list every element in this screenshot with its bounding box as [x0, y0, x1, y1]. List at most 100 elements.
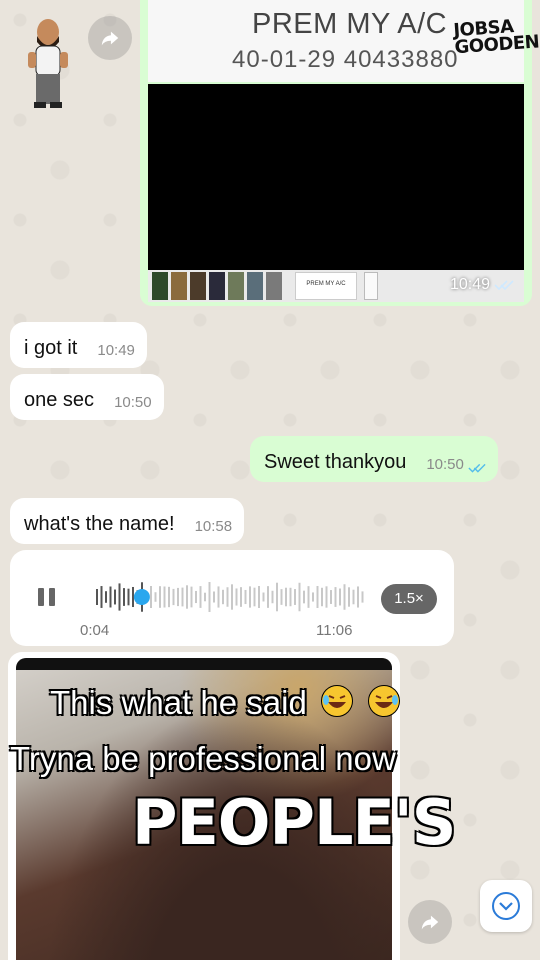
image-dark-area: [148, 84, 524, 270]
message-time: 10:50: [426, 456, 464, 473]
waveform-bar: [150, 586, 152, 608]
waveform-bar: [204, 592, 206, 602]
thumbnail: [209, 272, 225, 300]
message-time: 10:58: [194, 518, 233, 535]
message-bubble-outgoing[interactable]: Sweet thankyou 10:50: [250, 436, 498, 482]
waveform-bar: [109, 586, 112, 608]
waveform-bar: [334, 587, 337, 607]
waveform-bar: [267, 586, 269, 608]
waveform-bar: [235, 588, 238, 606]
image-time: 10:49: [449, 276, 490, 293]
waveform-bar: [226, 587, 229, 607]
voice-sent-time: 11:06: [316, 622, 353, 639]
waveform-bar: [316, 586, 319, 608]
message-bubble-incoming[interactable]: one sec 10:50: [10, 374, 164, 420]
laughing-emoji-icon: [320, 685, 353, 717]
waveform-bar: [258, 586, 260, 608]
waveform-bar: [127, 588, 130, 606]
waveform-bar: [100, 586, 103, 608]
waveform-bar: [298, 582, 301, 612]
waveform-bar: [285, 587, 287, 607]
waveform-bar: [307, 586, 310, 608]
waveform-bar: [195, 590, 197, 604]
waveform-bar: [222, 589, 224, 605]
message-bubble-incoming[interactable]: i got it 10:49: [10, 322, 147, 368]
waveform-bar: [312, 592, 314, 602]
forward-arrow-icon: [421, 915, 439, 930]
waveform-bar: [163, 586, 166, 608]
waveform-bar: [114, 589, 116, 605]
waveform-bar: [190, 586, 193, 608]
pause-icon: [38, 588, 44, 606]
voice-waveform[interactable]: [96, 578, 366, 616]
thumbnail-caption: PREM MY A/C: [295, 272, 357, 300]
thumbnail: [266, 272, 282, 300]
message-text: what's the name!: [24, 513, 175, 535]
waveform-bar: [177, 587, 179, 607]
overlay-caption-line3: PEOPLE'S: [131, 785, 457, 860]
image-timestamp: 10:49: [450, 276, 514, 294]
waveform-bar: [154, 592, 157, 602]
overlay-caption-line2: Tryna be professional now: [9, 739, 397, 778]
forward-button[interactable]: [408, 900, 452, 944]
brand-logo: JOBSA GOODEN: [452, 16, 540, 59]
avatar: [28, 19, 68, 108]
waveform-bar: [123, 588, 125, 606]
waveform-bar: [343, 584, 346, 610]
waveform-bar: [289, 587, 292, 607]
voice-progress-handle[interactable]: [133, 589, 150, 605]
waveform-bar: [240, 587, 242, 607]
playback-speed-button[interactable]: 1.5×: [381, 584, 437, 614]
waveform-bar: [118, 583, 121, 611]
thumbnail: [171, 272, 187, 300]
waveform-bar: [276, 582, 278, 612]
waveform-bar: [330, 590, 332, 604]
waveform-bar: [339, 588, 341, 606]
thumbnail: [152, 272, 168, 300]
waveform-bar: [253, 587, 256, 607]
waveform-bar: [208, 582, 211, 612]
waveform-bar: [348, 587, 350, 607]
waveform-bar: [213, 591, 215, 603]
waveform-bar: [217, 586, 220, 608]
account-number: 40-01-29 40433880: [232, 46, 459, 73]
waveform-bar: [262, 592, 265, 602]
message-text: Sweet thankyou: [264, 451, 407, 473]
waveform-bar: [321, 587, 323, 607]
waveform-bar: [280, 589, 283, 605]
waveform-bar: [186, 585, 188, 609]
waveform-bar: [294, 589, 296, 605]
forward-button[interactable]: [88, 16, 132, 60]
photo-top-bar: [16, 658, 392, 670]
waveform-bar: [244, 589, 247, 605]
waveform-bar: [361, 591, 364, 603]
waveform-bar: [168, 586, 170, 608]
waveform-bar: [325, 586, 328, 608]
message-time: 10:49: [97, 342, 135, 359]
waveform-bar: [132, 586, 134, 608]
waveform-bar: [271, 590, 274, 604]
pause-button[interactable]: [38, 588, 55, 606]
waveform-bar: [303, 590, 305, 604]
message-time: 10:50: [114, 394, 152, 411]
waveform-bar: [172, 588, 175, 606]
chevron-down-icon: [492, 892, 520, 920]
forward-arrow-icon: [101, 31, 119, 46]
double-check-icon: [468, 463, 486, 473]
thumbnail: [228, 272, 244, 300]
thumbnail: [364, 272, 378, 300]
thumbnail: [190, 272, 206, 300]
double-check-icon: [494, 280, 514, 291]
scroll-to-bottom-button[interactable]: [480, 880, 532, 932]
message-bubble-incoming[interactable]: what's the name! 10:58: [10, 498, 245, 544]
waveform-bar: [105, 591, 107, 603]
thumbnail: [247, 272, 263, 300]
account-title: PREM MY A/C: [252, 8, 448, 40]
waveform-bar: [159, 586, 161, 608]
waveform-bar: [96, 589, 98, 605]
waveform-bar: [181, 587, 184, 607]
overlay-caption-line1: This what he said: [49, 683, 401, 722]
voice-elapsed: 0:04: [80, 622, 110, 639]
laughing-emoji-icon: [368, 685, 401, 717]
waveform-bar: [231, 584, 233, 610]
